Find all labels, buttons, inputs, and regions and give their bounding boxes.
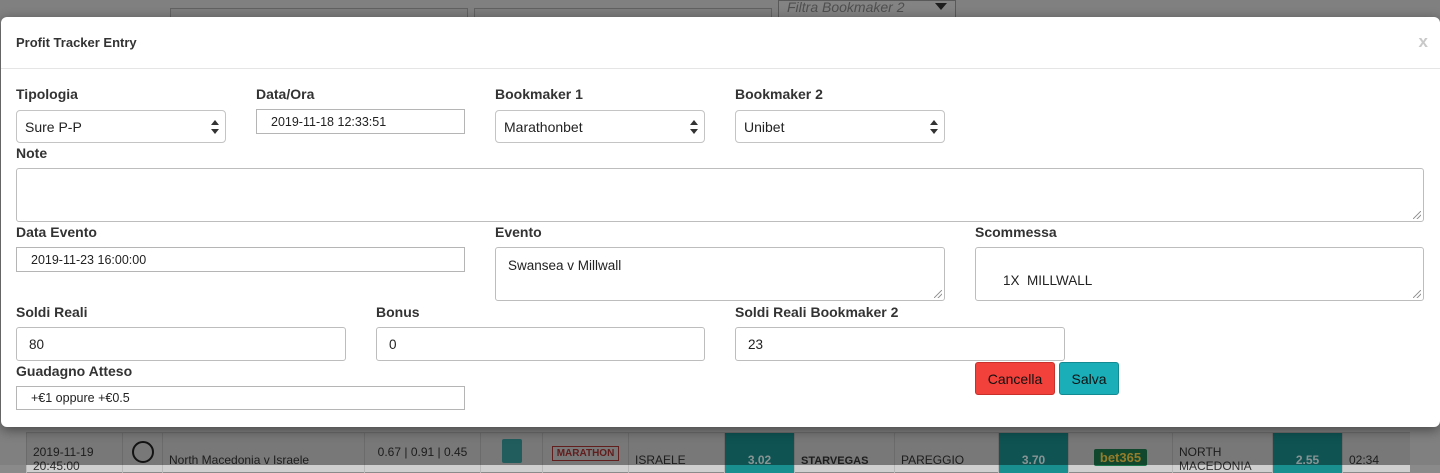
select-arrows-icon — [211, 119, 219, 134]
bookmaker2-select[interactable]: Unibet — [735, 110, 945, 143]
data-ora-input[interactable] — [256, 109, 465, 134]
scommessa-textarea[interactable]: 1X MILLWALL — [975, 247, 1424, 301]
bookmaker1-select[interactable]: Marathonbet — [495, 110, 705, 143]
select-arrows-icon — [930, 119, 938, 134]
modal-title: Profit Tracker Entry — [16, 35, 137, 50]
data-evento-input[interactable] — [16, 247, 465, 272]
tipologia-label: Tipologia — [16, 86, 78, 102]
resize-grip-icon[interactable] — [1413, 290, 1421, 298]
data-ora-label: Data/Ora — [256, 86, 315, 102]
evento-label: Evento — [495, 224, 542, 240]
evento-value: Swansea v Millwall — [508, 258, 622, 273]
bookmaker1-label: Bookmaker 1 — [495, 86, 583, 102]
soldi-reali-input[interactable] — [16, 327, 346, 361]
tipologia-select[interactable]: Sure P-P — [16, 110, 226, 143]
note-textarea[interactable] — [16, 168, 1424, 222]
bonus-input[interactable] — [376, 327, 705, 361]
bookmaker1-value: Marathonbet — [504, 118, 583, 135]
note-label: Note — [16, 145, 48, 161]
scommessa-label: Scommessa — [975, 224, 1057, 240]
cancel-button[interactable]: Cancella — [975, 362, 1055, 395]
soldi-reali-label: Soldi Reali — [16, 304, 88, 320]
guadagno-label: Guadagno Atteso — [16, 363, 133, 379]
evento-textarea[interactable]: Swansea v Millwall — [495, 247, 945, 301]
scommessa-value: 1X MILLWALL — [1003, 273, 1093, 288]
bonus-label: Bonus — [376, 304, 420, 320]
profit-tracker-modal: Profit Tracker Entry x Tipologia Sure P-… — [1, 17, 1440, 427]
bookmaker2-label: Bookmaker 2 — [735, 86, 823, 102]
modal-header: Profit Tracker Entry x — [1, 17, 1440, 69]
close-icon[interactable]: x — [1419, 32, 1428, 52]
tipologia-value: Sure P-P — [25, 118, 82, 135]
soldi-reali-b2-label: Soldi Reali Bookmaker 2 — [735, 304, 899, 320]
bookmaker2-value: Unibet — [744, 118, 785, 135]
select-arrows-icon — [690, 119, 698, 134]
resize-grip-icon[interactable] — [934, 290, 942, 298]
soldi-reali-b2-input[interactable] — [735, 327, 1065, 361]
data-evento-label: Data Evento — [16, 224, 97, 240]
guadagno-input[interactable] — [16, 386, 465, 410]
save-button[interactable]: Salva — [1059, 362, 1119, 395]
resize-grip-icon[interactable] — [1413, 211, 1421, 219]
